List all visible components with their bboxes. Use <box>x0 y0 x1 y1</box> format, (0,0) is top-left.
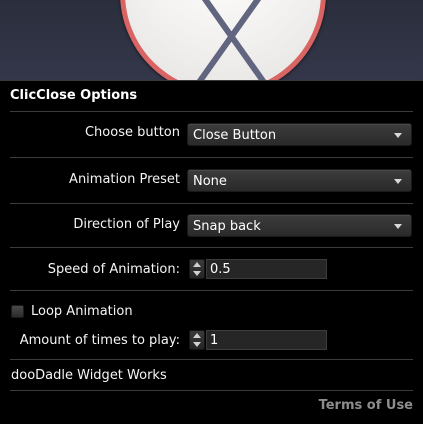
divider <box>10 157 413 158</box>
amount-stepper[interactable] <box>189 330 205 350</box>
divider <box>10 390 413 391</box>
direction-of-play-label: Direction of Play <box>73 217 180 232</box>
divider <box>10 290 413 291</box>
stepper-down-icon[interactable] <box>193 271 201 276</box>
choose-button-value: Close Button <box>193 128 277 143</box>
stepper-down-icon[interactable] <box>193 342 201 347</box>
chevron-down-icon <box>394 133 402 138</box>
choose-button-label: Choose button <box>84 125 180 140</box>
loop-animation-label: Loop Animation <box>31 304 133 319</box>
chevron-down-icon <box>394 224 402 229</box>
brand-name: dooDadle Widget Works <box>11 368 167 383</box>
divider <box>10 203 413 204</box>
divider <box>10 111 413 112</box>
amount-value: 1 <box>210 333 219 348</box>
divider <box>10 359 413 360</box>
loop-animation-checkbox[interactable] <box>11 305 24 318</box>
animation-preset-value: None <box>193 174 227 189</box>
preview-area <box>0 0 423 80</box>
amount-of-times-label: Amount of times to play: <box>19 333 180 348</box>
speed-of-animation-label: Speed of Animation: <box>47 262 180 277</box>
speed-stepper[interactable] <box>189 259 205 279</box>
animation-preset-label: Animation Preset <box>69 172 180 187</box>
panel-title: ClicClose Options <box>10 88 138 103</box>
choose-button-select[interactable]: Close Button <box>187 123 412 146</box>
animation-preset-select[interactable]: None <box>187 169 412 192</box>
direction-of-play-select[interactable]: Snap back <box>187 214 412 237</box>
speed-input[interactable]: 0.5 <box>206 259 327 279</box>
direction-of-play-value: Snap back <box>193 219 261 234</box>
options-panel: ClicClose Options Choose button Close Bu… <box>0 80 423 424</box>
close-button-preview[interactable] <box>120 0 326 80</box>
divider <box>10 247 413 248</box>
terms-of-use-link[interactable]: Terms of Use <box>319 398 413 413</box>
speed-value: 0.5 <box>210 262 231 277</box>
chevron-down-icon <box>394 179 402 184</box>
amount-input[interactable]: 1 <box>206 330 327 350</box>
stepper-up-icon[interactable] <box>193 333 201 338</box>
stepper-up-icon[interactable] <box>193 262 201 267</box>
close-x-icon <box>196 0 267 80</box>
